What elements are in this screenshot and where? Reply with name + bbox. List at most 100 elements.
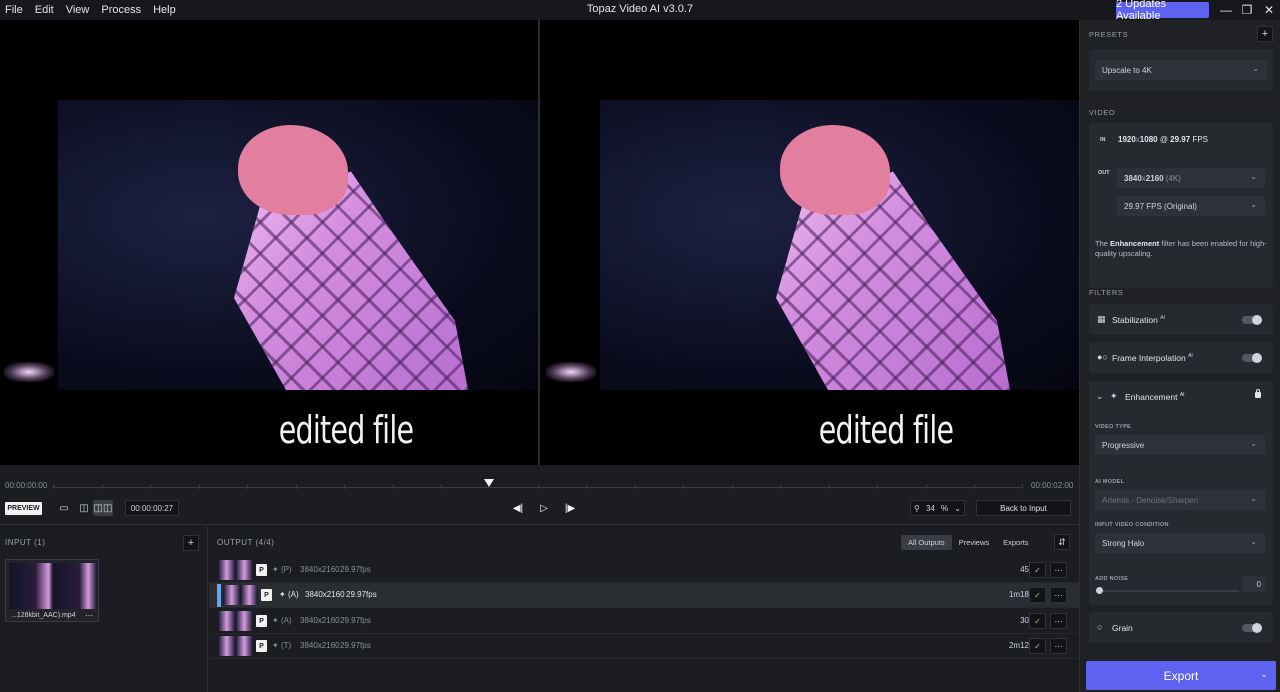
next-frame-icon[interactable]: |▶: [562, 501, 578, 515]
playhead-handle[interactable]: [484, 479, 495, 487]
ai-model-value: Artemis - Denoise/Sharpen: [1102, 495, 1199, 505]
lock-icon[interactable]: [1255, 389, 1261, 398]
restore-icon[interactable]: ❐: [1240, 3, 1254, 17]
stabilization-toggle[interactable]: [1242, 315, 1262, 325]
timeline-tick: [926, 484, 927, 489]
output-fps: 29.97fps: [340, 641, 371, 650]
add-noise-value-field[interactable]: 0: [1242, 576, 1265, 592]
enhancement-label: Enhancement AI: [1125, 392, 1185, 402]
chevron-down-icon: ⌄: [1250, 200, 1257, 209]
add-preset-button[interactable]: +: [1257, 26, 1273, 42]
input-file-card[interactable]: ...128kbit_AAC).mp4 ⋯: [5, 559, 99, 622]
stabilization-text: Stabilization: [1112, 315, 1158, 325]
tab-previews[interactable]: Previews: [952, 535, 996, 550]
output-row[interactable]: P ✦ (A) 3840x2160 29.97fps 1m18s ✓ ⋯: [209, 583, 1079, 608]
back-to-input-button[interactable]: Back to Input: [976, 500, 1071, 516]
ai-superscript: AI: [1179, 392, 1185, 399]
selection-indicator: [217, 584, 221, 607]
chevron-down-icon[interactable]: ⌄: [1260, 669, 1268, 680]
output-fps: 29.97fps: [340, 565, 371, 574]
menu-file[interactable]: File: [5, 4, 23, 16]
video-type-value: Progressive: [1102, 440, 1145, 450]
add-noise-slider[interactable]: [1099, 590, 1239, 592]
enhanced-preview-pane[interactable]: edited file: [540, 20, 1079, 465]
timeline-tick: [199, 484, 200, 489]
output-fps-select[interactable]: 29.97 FPS (Original) ⌄: [1117, 196, 1265, 216]
output-row[interactable]: P ✦ (A) 3840x2160 29.97fps 30s ✓ ⋯: [209, 609, 1079, 634]
play-icon[interactable]: ▷: [536, 501, 552, 515]
ai-superscript: AI: [1188, 353, 1193, 360]
video-caption: edited file: [278, 408, 414, 452]
check-icon[interactable]: ✓: [1029, 562, 1046, 578]
check-icon[interactable]: ✓: [1029, 587, 1046, 603]
export-button[interactable]: Export ⌄: [1086, 661, 1276, 690]
original-preview-pane[interactable]: edited file: [0, 20, 538, 465]
more-options-icon[interactable]: ⋯: [1050, 638, 1067, 654]
filter-grain[interactable]: ○ Grain: [1089, 612, 1273, 643]
split-view-icon[interactable]: ◫: [74, 500, 94, 516]
video-type-select[interactable]: Progressive ⌄: [1095, 435, 1265, 455]
preview-button[interactable]: PREVIEW: [5, 502, 42, 515]
minimize-icon[interactable]: —: [1219, 3, 1233, 17]
more-options-icon[interactable]: ⋯: [1050, 587, 1067, 603]
menu-list: File Edit View Process Help: [0, 4, 176, 16]
output-resolution-select[interactable]: 3840 x 2160 (4K) ⌄: [1117, 168, 1265, 188]
menu-process[interactable]: Process: [101, 4, 141, 16]
collapse-chevron-icon[interactable]: ⌄: [1096, 391, 1104, 402]
tab-exports[interactable]: Exports: [996, 535, 1035, 550]
menu-edit[interactable]: Edit: [35, 4, 54, 16]
video-viewer[interactable]: edited file edited file: [0, 20, 1079, 465]
output-height: 2160: [1145, 173, 1164, 183]
output-row[interactable]: P ✦ (T) 3840x2160 29.97fps 2m12s ✓ ⋯: [209, 634, 1079, 659]
timecode-field[interactable]: 00:00:00:27: [125, 500, 179, 516]
output-resolution: 3840x2160: [300, 616, 340, 625]
stage-light: [546, 362, 596, 382]
updates-available-button[interactable]: 2 Updates Available: [1116, 0, 1209, 22]
enhanced-video-frame: [600, 100, 1079, 390]
menu-help[interactable]: Help: [153, 4, 176, 16]
check-icon[interactable]: ✓: [1029, 638, 1046, 654]
preset-value: Upscale to 4K: [1102, 65, 1152, 75]
timeline-tick: [150, 484, 151, 489]
previous-frame-icon[interactable]: ◀|: [510, 501, 526, 515]
filter-frame-interpolation[interactable]: ●○ Frame Interpolation AI: [1089, 342, 1273, 373]
more-options-icon[interactable]: ⋯: [1050, 613, 1067, 629]
ai-model-select[interactable]: Artemis - Denoise/Sharpen ⌄: [1095, 490, 1265, 510]
check-icon[interactable]: ✓: [1029, 613, 1046, 629]
zoom-control[interactable]: ⚲ 34 % ⌄: [910, 500, 965, 516]
add-noise-slider-handle[interactable]: [1096, 587, 1103, 594]
close-icon[interactable]: ✕: [1262, 3, 1276, 17]
input-condition-select[interactable]: Strong Halo ⌄: [1095, 533, 1265, 553]
more-options-icon[interactable]: ⋯: [1050, 562, 1067, 578]
input-height: 1080: [1139, 135, 1158, 144]
enhance-icon: ✦: [272, 565, 279, 574]
frame-interpolation-toggle[interactable]: [1242, 353, 1262, 363]
enhancement-card: ⌄ ✦ Enhancement AI VIDEO TYPE Progressiv…: [1089, 381, 1273, 605]
output-panel: OUTPUT (4/4) All Outputs Previews Export…: [209, 526, 1079, 692]
output-tag: ✦ (T): [272, 641, 291, 650]
single-view-icon[interactable]: ▭: [54, 500, 74, 516]
sort-icon[interactable]: ⇵: [1054, 534, 1070, 550]
menu-view[interactable]: View: [66, 4, 90, 16]
add-input-button[interactable]: +: [183, 535, 199, 551]
preset-select[interactable]: Upscale to 4K ⌄: [1095, 60, 1267, 80]
side-by-side-view-icon[interactable]: ◫◫: [93, 500, 113, 516]
timeline-tick: [393, 484, 394, 489]
note-prefix: The: [1095, 239, 1111, 248]
more-options-icon[interactable]: ⋯: [85, 611, 93, 620]
original-video-frame: [58, 100, 538, 390]
chevron-down-icon: ⌄: [1250, 439, 1257, 448]
output-fps: 29.97fps: [340, 616, 371, 625]
filter-stabilization[interactable]: ▦ Stabilization AI: [1089, 304, 1273, 335]
output-row[interactable]: P ✦ (P) 3840x2160 29.97fps 45s ✓ ⋯: [209, 558, 1079, 583]
output-thumbnail: [218, 611, 253, 631]
stage-light: [4, 362, 54, 382]
frame-interpolation-label: Frame Interpolation AI: [1112, 353, 1193, 363]
output-tag-text: (T): [280, 641, 292, 650]
grain-toggle[interactable]: [1242, 623, 1262, 633]
input-thumbnail: [9, 563, 97, 609]
input-video-info: 1920x1080 @ 29.97 FPS: [1118, 135, 1208, 144]
timeline[interactable]: 00:00:00:00 00:00:02:00: [0, 465, 1079, 495]
tab-all-outputs[interactable]: All Outputs: [901, 535, 952, 550]
timeline-tick: [441, 484, 442, 489]
